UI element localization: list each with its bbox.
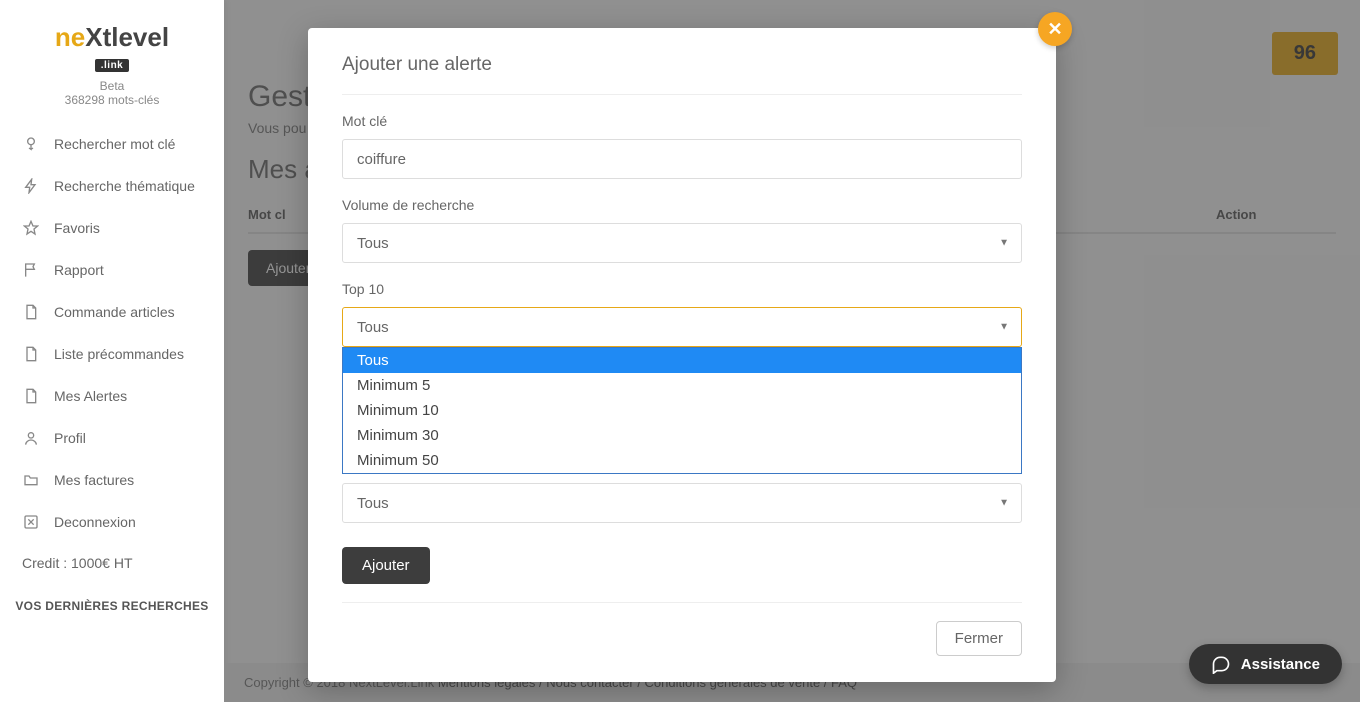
chevron-down-icon: ▼ bbox=[999, 238, 1009, 249]
volume-selected: Tous bbox=[357, 235, 389, 252]
sidebar-item-label: Mes factures bbox=[54, 472, 134, 488]
add-alert-modal: ✕ Ajouter une alerte Mot clé Volume de r… bbox=[308, 28, 1056, 682]
submit-button[interactable]: Ajouter bbox=[342, 547, 430, 584]
flag-icon bbox=[22, 261, 40, 279]
top10-select[interactable]: Tous ▼ Tous Minimum 5 Minimum 10 Minimum… bbox=[342, 307, 1022, 347]
sidebar-item-favorites[interactable]: Favoris bbox=[0, 207, 224, 249]
top10-selected: Tous bbox=[357, 319, 389, 336]
sidebar-item-profile[interactable]: Profil bbox=[0, 417, 224, 459]
sidebar-item-label: Rapport bbox=[54, 262, 104, 278]
x-square-icon bbox=[22, 513, 40, 531]
file-icon bbox=[22, 345, 40, 363]
label-volume: Volume de recherche bbox=[342, 197, 1022, 213]
prix-select[interactable]: Tous ▼ bbox=[342, 483, 1022, 523]
top10-option[interactable]: Tous bbox=[343, 348, 1021, 373]
credit-balance: Credit : 1000€ HT bbox=[0, 543, 224, 583]
assistance-button[interactable]: Assistance bbox=[1189, 644, 1342, 684]
sidebar-item-label: Recherche thématique bbox=[54, 178, 195, 194]
top10-option[interactable]: Minimum 50 bbox=[343, 448, 1021, 473]
sidebar-item-label: Commande articles bbox=[54, 304, 175, 320]
file-icon bbox=[22, 387, 40, 405]
chevron-down-icon: ▼ bbox=[999, 322, 1009, 333]
keyword-count: 368298 mots-clés bbox=[0, 93, 224, 107]
sidebar-item-logout[interactable]: Deconnexion bbox=[0, 501, 224, 543]
chat-icon bbox=[1211, 654, 1231, 674]
sidebar-item-label: Profil bbox=[54, 430, 86, 446]
bolt-icon bbox=[22, 177, 40, 195]
folder-icon bbox=[22, 471, 40, 489]
sidebar-item-thematic[interactable]: Recherche thématique bbox=[0, 165, 224, 207]
sidebar-item-report[interactable]: Rapport bbox=[0, 249, 224, 291]
chevron-down-icon: ▼ bbox=[999, 498, 1009, 509]
logo: neXtlevel bbox=[0, 12, 224, 55]
sidebar-item-preorders[interactable]: Liste précommandes bbox=[0, 333, 224, 375]
file-icon bbox=[22, 303, 40, 321]
star-icon bbox=[22, 219, 40, 237]
keyword-input[interactable] bbox=[342, 139, 1022, 179]
badge-icon bbox=[22, 135, 40, 153]
user-icon bbox=[22, 429, 40, 447]
top10-option[interactable]: Minimum 30 bbox=[343, 423, 1021, 448]
sidebar-item-label: Deconnexion bbox=[54, 514, 136, 530]
assistance-label: Assistance bbox=[1241, 656, 1320, 673]
top10-option[interactable]: Minimum 5 bbox=[343, 373, 1021, 398]
sidebar-item-label: Rechercher mot clé bbox=[54, 136, 175, 152]
sidebar-item-alerts[interactable]: Mes Alertes bbox=[0, 375, 224, 417]
prix-selected: Tous bbox=[357, 495, 389, 512]
sidebar-item-search-keyword[interactable]: Rechercher mot clé bbox=[0, 123, 224, 165]
sidebar: neXtlevel .link Beta 368298 mots-clés Re… bbox=[0, 0, 224, 702]
sidebar-item-label: Favoris bbox=[54, 220, 100, 236]
close-icon[interactable]: ✕ bbox=[1038, 12, 1072, 46]
label-top10: Top 10 bbox=[342, 281, 1022, 297]
volume-select[interactable]: Tous ▼ bbox=[342, 223, 1022, 263]
sidebar-item-order[interactable]: Commande articles bbox=[0, 291, 224, 333]
last-searches-title: VOS DERNIÈRES RECHERCHES bbox=[0, 583, 224, 629]
modal-title: Ajouter une alerte bbox=[342, 54, 1022, 76]
sidebar-item-invoices[interactable]: Mes factures bbox=[0, 459, 224, 501]
badge-beta: Beta bbox=[0, 79, 224, 93]
logo-sub: .link bbox=[95, 59, 130, 72]
close-button[interactable]: Fermer bbox=[936, 621, 1022, 656]
sidebar-item-label: Mes Alertes bbox=[54, 388, 127, 404]
top10-option[interactable]: Minimum 10 bbox=[343, 398, 1021, 423]
top10-dropdown: Tous Minimum 5 Minimum 10 Minimum 30 Min… bbox=[342, 347, 1022, 474]
sidebar-item-label: Liste précommandes bbox=[54, 346, 184, 362]
label-keyword: Mot clé bbox=[342, 113, 1022, 129]
